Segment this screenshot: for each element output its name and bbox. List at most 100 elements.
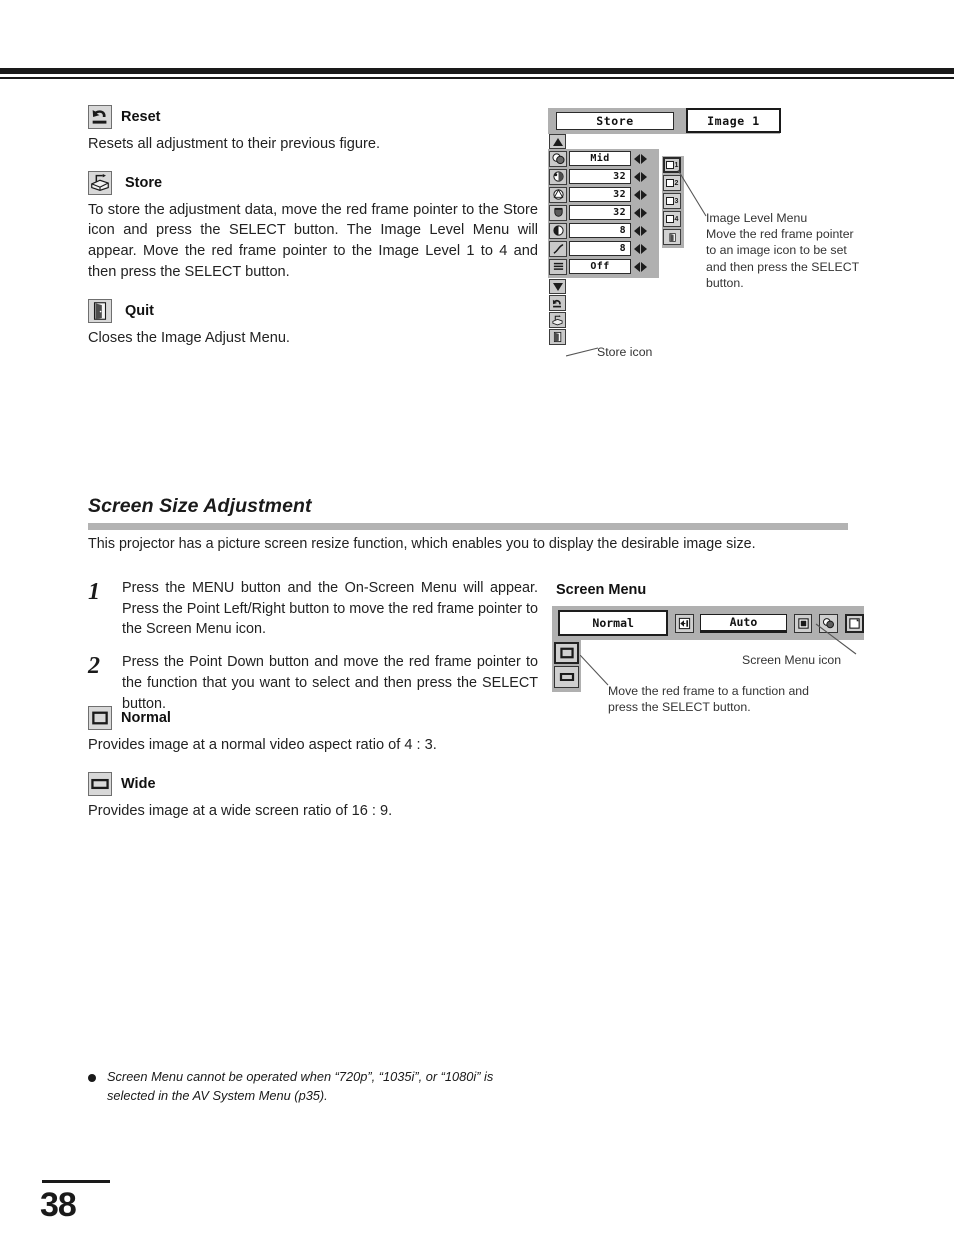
page-title: Screen Size Adjustment bbox=[88, 495, 312, 517]
entry-store: Store To store the adjustment data, move… bbox=[88, 170, 538, 283]
page-number: 38 bbox=[40, 1186, 77, 1224]
step-1-text: Press the MENU button and the On-Screen … bbox=[122, 580, 538, 638]
triangle-down-icon bbox=[552, 282, 563, 291]
progressive-lines-icon bbox=[549, 258, 567, 275]
footnote: Screen Menu cannot be operated when “720… bbox=[88, 1068, 538, 1105]
entry-wide-title: Wide bbox=[121, 775, 156, 792]
osd-row-value[interactable]: 32 bbox=[569, 169, 631, 184]
reset-arrow-icon[interactable] bbox=[549, 295, 566, 311]
left-right-adjust-icon[interactable] bbox=[634, 189, 647, 200]
left-right-adjust-icon[interactable] bbox=[634, 207, 647, 218]
image-adjust-items: Reset Resets all adjustment to their pre… bbox=[88, 105, 538, 354]
level-square-icon bbox=[665, 215, 674, 223]
osd-settings-list: Mid 32 32 32 8 8 Off bbox=[548, 149, 659, 278]
entry-reset-title: Reset bbox=[121, 109, 161, 125]
osd-row-value[interactable]: 32 bbox=[569, 205, 631, 220]
left-right-adjust-icon[interactable] bbox=[634, 243, 647, 254]
callout-image-level-line5: button. bbox=[706, 275, 744, 290]
entry-wide: Wide Provides image at a wide screen rat… bbox=[88, 771, 548, 822]
entry-reset-head: Reset bbox=[88, 105, 538, 129]
entry-quit: Quit Closes the Image Adjust Menu. bbox=[88, 298, 538, 349]
store-disk-icon bbox=[88, 170, 112, 195]
quit-door-icon bbox=[88, 298, 112, 323]
header-rule-thick bbox=[0, 68, 954, 74]
osd-row[interactable]: 32 bbox=[548, 204, 659, 221]
screen-menu-submenu bbox=[552, 640, 581, 692]
entry-normal-head: Normal bbox=[88, 706, 548, 730]
screen-menu-caption: Screen Menu bbox=[556, 582, 647, 598]
osd-row-value[interactable]: Mid bbox=[569, 151, 631, 166]
osd-foot-icons bbox=[548, 295, 660, 345]
reset-arrow-icon bbox=[88, 105, 112, 129]
screen-size-options: Normal Provides image at a normal video … bbox=[88, 706, 548, 827]
level-square-icon bbox=[665, 197, 674, 205]
wide-screen-icon[interactable] bbox=[554, 666, 579, 688]
entry-reset: Reset Resets all adjustment to their pre… bbox=[88, 105, 538, 155]
entry-quit-title: Quit bbox=[125, 302, 154, 319]
screen-size-steps: 1 Press the MENU button and the On-Scree… bbox=[88, 578, 538, 726]
bullet-dot-icon bbox=[88, 1074, 96, 1082]
leader-line-screen-menu-icon bbox=[815, 623, 857, 655]
aspect-square-icon[interactable] bbox=[793, 613, 813, 633]
input-arrow-icon[interactable] bbox=[675, 613, 695, 633]
footnote-text: Screen Menu cannot be operated when “720… bbox=[107, 1069, 494, 1103]
header-rule-thin bbox=[0, 77, 954, 79]
document-page: Reset Resets all adjustment to their pre… bbox=[0, 0, 954, 1235]
scroll-up-button[interactable] bbox=[549, 134, 566, 149]
osd-left-column: Mid 32 32 32 8 8 Off bbox=[548, 134, 660, 346]
store-disk-icon[interactable] bbox=[549, 312, 566, 328]
heading-underline-bar bbox=[88, 523, 848, 530]
screen-normal-field[interactable]: Normal bbox=[558, 610, 669, 636]
wide-screen-icon bbox=[88, 771, 112, 796]
osd-row[interactable]: 32 bbox=[548, 168, 659, 185]
entry-store-desc: To store the adjustment data, move the r… bbox=[88, 201, 538, 280]
color-temp-icon bbox=[549, 204, 567, 221]
callout-image-level-menu: Image Level Menu Move the red frame poin… bbox=[706, 210, 878, 291]
entry-quit-desc: Closes the Image Adjust Menu. bbox=[88, 329, 290, 346]
screen-auto-field[interactable]: Auto bbox=[700, 613, 787, 633]
level-square-icon bbox=[665, 161, 674, 169]
osd-row-value[interactable]: Off bbox=[569, 259, 631, 274]
osd-image-level-tab[interactable]: Image 1 bbox=[686, 108, 781, 133]
left-right-adjust-icon[interactable] bbox=[634, 261, 647, 272]
scroll-down-button[interactable] bbox=[549, 279, 566, 294]
callout-screen-menu-icon: Screen Menu icon bbox=[742, 653, 842, 667]
entry-normal-desc: Provides image at a normal video aspect … bbox=[88, 737, 437, 753]
step-1: 1 Press the MENU button and the On-Scree… bbox=[88, 578, 538, 640]
callout-store-icon: Store icon bbox=[597, 345, 653, 359]
osd-row[interactable]: 8 bbox=[548, 222, 659, 239]
quit-door-icon[interactable] bbox=[549, 329, 566, 345]
entry-normal: Normal Provides image at a normal video … bbox=[88, 706, 548, 756]
entry-store-head: Store bbox=[88, 170, 538, 195]
callout-image-level-line1: Image Level Menu bbox=[706, 211, 808, 225]
entry-quit-head: Quit bbox=[88, 298, 538, 323]
osd-row[interactable]: Off bbox=[548, 258, 659, 275]
osd-row[interactable]: 32 bbox=[548, 186, 659, 203]
osd-row-value[interactable]: 32 bbox=[569, 187, 631, 202]
callout-image-level-line4: and then press the SELECT bbox=[706, 259, 860, 274]
entry-reset-desc: Resets all adjustment to their previous … bbox=[88, 136, 381, 152]
osd-row[interactable]: Mid bbox=[548, 150, 659, 167]
left-right-adjust-icon[interactable] bbox=[634, 171, 647, 182]
color-balance-icon bbox=[549, 168, 567, 185]
leader-line-store-icon bbox=[566, 347, 599, 357]
osd-row-value[interactable]: 8 bbox=[569, 223, 631, 238]
callout-image-level-line2: Move the red frame pointer bbox=[706, 227, 854, 242]
left-right-adjust-icon[interactable] bbox=[634, 225, 647, 236]
left-right-adjust-icon[interactable] bbox=[634, 153, 647, 164]
tint-icon bbox=[549, 186, 567, 203]
step-1-number: 1 bbox=[88, 579, 100, 605]
triangle-up-icon bbox=[552, 137, 563, 146]
entry-wide-desc: Provides image at a wide screen ratio of… bbox=[88, 802, 393, 819]
page-number-rule bbox=[42, 1180, 110, 1183]
normal-screen-icon[interactable] bbox=[554, 642, 579, 664]
contrast-person-icon bbox=[549, 150, 567, 167]
quit-door-icon[interactable] bbox=[663, 229, 681, 245]
entry-store-title: Store bbox=[125, 174, 163, 191]
gamma-curve-icon bbox=[549, 240, 567, 257]
osd-store-tab[interactable]: Store bbox=[556, 112, 674, 130]
entry-wide-head: Wide bbox=[88, 771, 548, 796]
osd-row-value[interactable]: 8 bbox=[569, 241, 631, 256]
entry-normal-title: Normal bbox=[121, 710, 171, 726]
osd-row[interactable]: 8 bbox=[548, 240, 659, 257]
